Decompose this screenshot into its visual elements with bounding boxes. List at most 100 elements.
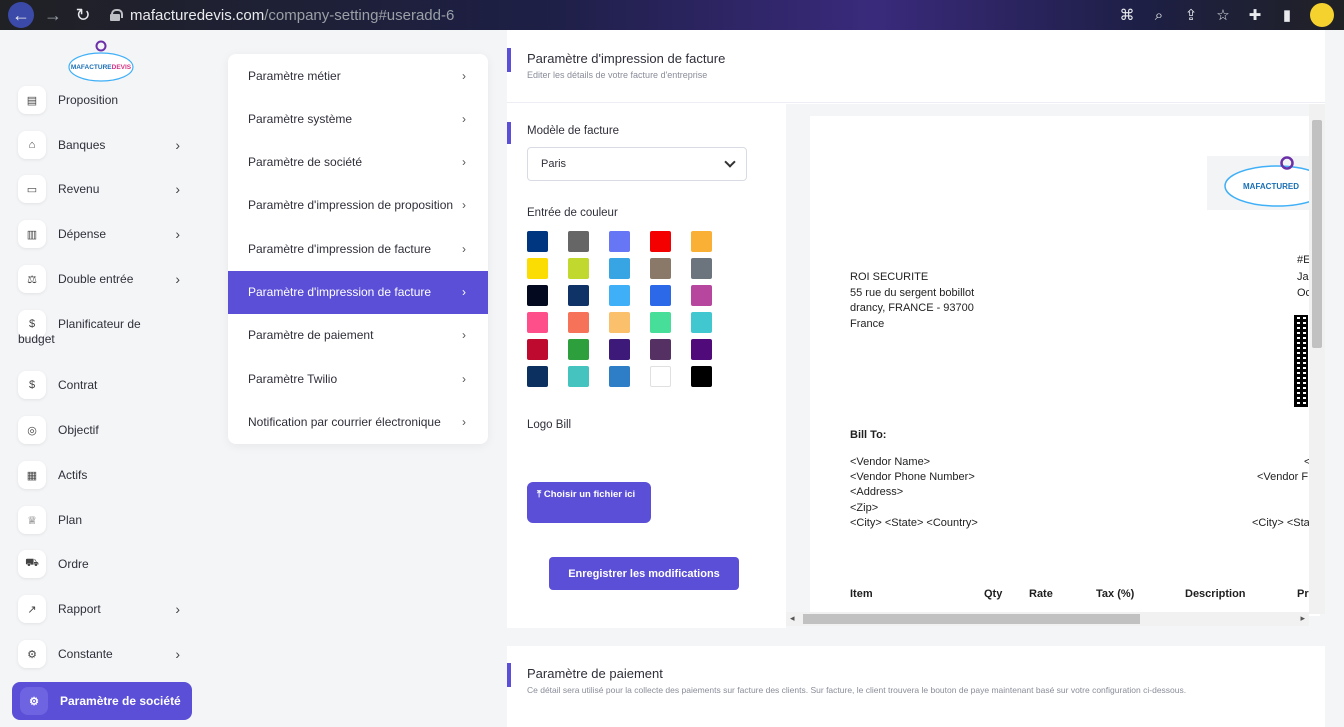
sidebar-item[interactable]: ▥ Dépense › (18, 219, 198, 249)
url-path: /company-setting#useradd-6 (264, 6, 455, 24)
color-swatch[interactable] (691, 312, 712, 333)
color-swatch[interactable] (691, 366, 712, 387)
sidebar-item[interactable]: ⌂ Banques › (18, 130, 198, 160)
sidebar-item[interactable]: ▦ Actifs (18, 460, 198, 490)
address-bar[interactable]: mafacturedevis.com/company-setting#usera… (110, 0, 454, 30)
color-swatch[interactable] (527, 366, 548, 387)
invoice-logo: MAFACTURED (1207, 156, 1320, 210)
svg-text:MAFACTUREDEVIS: MAFACTUREDEVIS (71, 64, 132, 71)
vendor-address: <Address> (850, 486, 904, 498)
table-header-item: Item (850, 588, 873, 600)
scroll-left-icon[interactable]: ◂ (790, 613, 795, 624)
save-button[interactable]: Enregistrer les modifications (549, 557, 739, 590)
color-swatch[interactable] (609, 285, 630, 306)
color-label: Entrée de couleur (527, 207, 618, 219)
vendor-name: <Vendor Name> (850, 456, 931, 468)
color-swatch[interactable] (568, 258, 589, 279)
color-swatch[interactable] (650, 312, 671, 333)
color-swatch[interactable] (568, 339, 589, 360)
reload-icon[interactable]: ↻ (68, 0, 98, 30)
color-swatch[interactable] (568, 366, 589, 387)
submenu-item[interactable]: Paramètre d'impression de facture › (228, 227, 488, 270)
chevron-right-icon: › (462, 241, 466, 256)
company-name: ROI SECURITE (850, 271, 929, 283)
color-swatch[interactable] (609, 366, 630, 387)
color-swatch[interactable] (568, 231, 589, 252)
sidebar-item-company-settings[interactable]: ⚙ Paramètre de société (12, 682, 192, 720)
sidebar-item[interactable]: ▭ Revenu › (18, 174, 198, 204)
scroll-right-icon[interactable]: ▸ (1300, 613, 1305, 624)
submenu-item[interactable]: Paramètre de paiement › (228, 314, 488, 357)
vendor-city: <City> <State> <Country> (850, 517, 978, 529)
template-select[interactable]: Paris (527, 147, 747, 181)
upload-file-button[interactable]: ⤒ Choisir un fichier ici (527, 482, 651, 523)
submenu-item[interactable]: Paramètre système › (228, 97, 488, 140)
translate-icon[interactable]: ⌘ (1118, 6, 1136, 24)
color-swatch[interactable] (527, 285, 548, 306)
forward-arrow-icon[interactable]: → (38, 0, 68, 30)
submenu-item-label: Paramètre Twilio (248, 371, 338, 386)
color-swatch[interactable] (568, 285, 589, 306)
invoice-preview[interactable]: MAFACTURED ROI SECURITE 55 rue du sergen… (786, 104, 1325, 628)
submenu-item-label: Paramètre métier (248, 68, 341, 83)
color-swatch[interactable] (650, 258, 671, 279)
color-swatch[interactable] (568, 312, 589, 333)
color-swatch[interactable] (691, 285, 712, 306)
submenu-item[interactable]: Notification par courrier électronique › (228, 400, 488, 443)
preview-vertical-scrollbar[interactable] (1309, 104, 1325, 614)
submenu-item[interactable]: Paramètre Twilio › (228, 357, 488, 400)
chevron-right-icon: › (175, 137, 180, 153)
chevron-right-icon: › (462, 414, 466, 429)
color-swatch[interactable] (650, 366, 671, 387)
color-swatch[interactable] (527, 231, 548, 252)
submenu-item[interactable]: Paramètre de société › (228, 141, 488, 184)
upload-icon: ⤒ (537, 489, 542, 500)
color-swatch[interactable] (609, 312, 630, 333)
color-swatch[interactable] (691, 339, 712, 360)
cart-icon: ⛟ (18, 550, 46, 578)
color-swatch[interactable] (527, 339, 548, 360)
vendor-zip: <Zip> (850, 502, 879, 514)
back-arrow-icon[interactable]: ← (8, 2, 34, 28)
sidebar-item[interactable]: ↗ Rapport › (18, 594, 198, 624)
scrollbar-thumb[interactable] (803, 614, 1140, 624)
sidebar-item[interactable]: ♕ Plan (18, 505, 198, 535)
star-icon[interactable]: ☆ (1214, 6, 1232, 24)
color-swatch[interactable] (650, 285, 671, 306)
color-swatch[interactable] (650, 339, 671, 360)
share-icon[interactable]: ⇪ (1182, 6, 1200, 24)
address-line1: 55 rue du sergent bobillot (850, 287, 975, 299)
invoice-date: Ja (1297, 271, 1309, 283)
chevron-right-icon: › (462, 155, 466, 170)
submenu-item-label: Notification par courrier électronique (248, 414, 441, 429)
sidebar-item-label: Planificateur de (58, 317, 141, 331)
sidebar-item[interactable]: ⚖ Double entrée › (18, 264, 198, 294)
form-accent (507, 122, 511, 144)
submenu-item[interactable]: Paramètre métier › (228, 54, 488, 97)
sidebar-item[interactable]: ◎ Objectif (18, 415, 198, 445)
zoom-icon[interactable]: ⌕ (1150, 6, 1168, 24)
scrollbar-thumb[interactable] (1312, 120, 1322, 348)
color-swatch[interactable] (609, 258, 630, 279)
color-swatch[interactable] (691, 231, 712, 252)
sidebar-item-label-line2: budget (18, 332, 55, 346)
preview-horizontal-scrollbar[interactable]: ◂ ▸ (786, 612, 1309, 626)
sidebar-item[interactable]: ▤ Proposition (18, 85, 198, 115)
extensions-icon[interactable]: ✚ (1246, 6, 1264, 24)
color-swatch[interactable] (609, 339, 630, 360)
color-swatch[interactable] (527, 312, 548, 333)
country: France (850, 318, 885, 330)
submenu-item[interactable]: Paramètre d'impression de facture › (228, 270, 488, 314)
profile-avatar[interactable] (1310, 3, 1334, 27)
sidebar-item[interactable]: ⚙ Constante › (18, 639, 198, 669)
color-swatch[interactable] (691, 258, 712, 279)
color-swatch[interactable] (650, 231, 671, 252)
vendor-phone: <Vendor Phone Number> (850, 471, 975, 483)
sidebar-item[interactable]: ⛟ Ordre (18, 549, 198, 579)
color-swatch[interactable] (527, 258, 548, 279)
sidepanel-icon[interactable]: ▮ (1278, 6, 1296, 24)
submenu-item[interactable]: Paramètre d'impression de proposition › (228, 184, 488, 227)
color-swatch[interactable] (609, 231, 630, 252)
url-host: mafacturedevis.com (130, 6, 265, 24)
sidebar-item[interactable]: $ Contrat (18, 370, 198, 400)
